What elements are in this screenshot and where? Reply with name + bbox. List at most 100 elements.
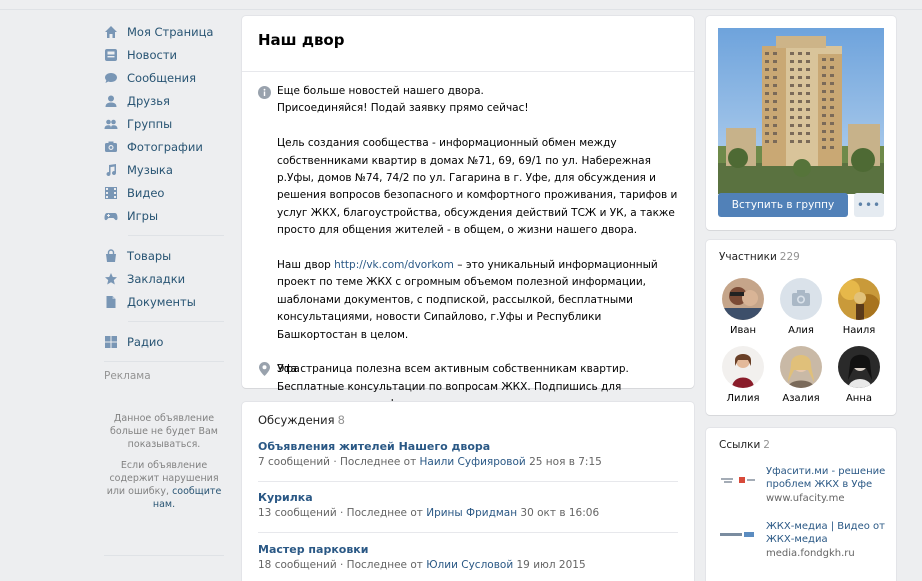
discussion-item: Объявления жителей Нашего двора 7 сообще… <box>258 440 678 468</box>
avatar <box>722 278 764 320</box>
member-name: Алия <box>788 325 814 336</box>
member-item[interactable]: Наиля <box>829 278 889 336</box>
description-paragraph: Еще больше новостей нашего двора. Присоед… <box>277 83 682 118</box>
link-text: ЖКХ-медиа | Видео от ЖКХ-медиа media.fon… <box>766 520 889 560</box>
home-icon <box>104 25 118 39</box>
avatar <box>838 346 880 388</box>
discussions-label: Обсуждения <box>258 413 335 427</box>
sidebar-item-photos[interactable]: Фотографии <box>104 135 229 158</box>
group-info-card: Наш двор Еще больше новостей нашего двор… <box>242 16 694 410</box>
member-name: Наиля <box>842 325 876 336</box>
sidebar-item-label: Новости <box>127 47 177 62</box>
video-icon <box>104 186 118 200</box>
member-item[interactable]: Лилия <box>713 346 773 404</box>
sidebar-item-groups[interactable]: Группы <box>104 112 229 135</box>
discussion-item: Мастер парковки 18 сообщений · Последнее… <box>258 543 678 571</box>
sidebar-item-bookmarks[interactable]: Закладки <box>104 267 229 290</box>
member-item[interactable]: Азалия <box>771 346 831 404</box>
links-card: Ссылки 2 Уфасити.ми - решение проблем ЖКХ… <box>706 428 896 581</box>
sidebar-item-my-page[interactable]: Моя Страница <box>104 20 229 43</box>
link-item[interactable]: ЖКХ-медиа | Видео от ЖКХ-медиа media.fon… <box>719 520 889 560</box>
discussion-meta: 18 сообщений · Последнее от Юлии Суслово… <box>258 559 678 571</box>
meta-separator: · Последнее от <box>329 456 420 468</box>
sidebar-item-label: Видео <box>127 185 165 200</box>
description-text: Наш двор <box>277 259 335 272</box>
discussions-card: Обсуждения 8 Объявления жителей Нашего дв… <box>242 402 694 581</box>
avatar <box>722 346 764 388</box>
join-group-button[interactable]: Вступить в группу <box>718 193 848 217</box>
discussion-title-link[interactable]: Мастер парковки <box>258 543 678 559</box>
links-header[interactable]: Ссылки 2 <box>719 439 770 451</box>
ads-link[interactable]: Реклама <box>104 370 229 390</box>
sidebar-divider <box>128 321 224 322</box>
sidebar-item-label: Радио <box>127 334 164 349</box>
link-title[interactable]: ЖКХ-медиа | Видео от ЖКХ-медиа <box>766 520 889 546</box>
location-text: Уфа <box>277 362 300 375</box>
member-item[interactable]: Алия <box>771 278 831 336</box>
member-name: Иван <box>729 325 757 336</box>
description-paragraph: Цель создания сообщества - информационны… <box>277 137 678 237</box>
discussion-meta: 7 сообщений · Последнее от Наили Суфияро… <box>258 456 678 468</box>
discussion-author-link[interactable]: Ирины Фридман <box>426 507 517 519</box>
sidebar-item-label: Документы <box>127 294 196 309</box>
left-sidebar: Моя Страница Новости Сообщения Друзья Гр… <box>104 20 229 390</box>
group-cover-card: Вступить в группу ••• <box>706 16 896 230</box>
discussion-author-link[interactable]: Наили Суфияровой <box>420 456 526 468</box>
ad-hidden-notice: Данное объявление больше не будет Вам по… <box>104 412 224 519</box>
sidebar-item-news[interactable]: Новости <box>104 43 229 66</box>
page-title: Наш двор <box>258 31 345 49</box>
links-count: 2 <box>763 439 770 451</box>
discussion-count: 18 сообщений <box>258 559 337 571</box>
avatar <box>780 346 822 388</box>
ufacity-logo-icon <box>719 469 757 491</box>
more-actions-button[interactable]: ••• <box>854 193 884 217</box>
description-line: Еще больше новостей нашего двора. <box>277 85 484 97</box>
project-link[interactable]: http://vk.com/dvorkom <box>334 259 454 271</box>
sidebar-item-label: Музыка <box>127 162 173 177</box>
link-text: Уфасити.ми - решение проблем ЖКХ в Уфе w… <box>766 465 889 505</box>
sidebar-item-music[interactable]: Музыка <box>104 158 229 181</box>
discussion-title-link[interactable]: Объявления жителей Нашего двора <box>258 440 678 456</box>
ad-notice-text: Если объявление содержит нарушения или о… <box>104 459 224 511</box>
meta-separator: · Последнее от <box>336 507 427 519</box>
messages-icon <box>104 71 118 85</box>
sidebar-item-label: Фотографии <box>127 139 203 154</box>
discussion-count: 7 сообщений <box>258 456 330 468</box>
member-item[interactable]: Иван <box>713 278 773 336</box>
description-text: – это уникальный информационный проект п… <box>277 259 658 341</box>
member-name: Лилия <box>726 393 760 404</box>
sidebar-item-games[interactable]: Игры <box>104 204 229 227</box>
description-paragraph: Наш двор http://vk.com/dvorkom – это уни… <box>277 257 682 344</box>
member-item[interactable]: Анна <box>829 346 889 404</box>
group-cover-photo[interactable] <box>718 28 884 194</box>
sidebar-item-documents[interactable]: Документы <box>104 290 229 313</box>
sidebar-item-messages[interactable]: Сообщения <box>104 66 229 89</box>
sidebar-item-video[interactable]: Видео <box>104 181 229 204</box>
photos-icon <box>104 140 118 154</box>
sidebar-item-label: Закладки <box>127 271 186 286</box>
sidebar-item-goods[interactable]: Товары <box>104 244 229 267</box>
radio-icon <box>104 335 118 349</box>
news-icon <box>104 48 118 62</box>
discussion-title-link[interactable]: Курилка <box>258 491 678 507</box>
avatar <box>838 278 880 320</box>
discussion-meta: 13 сообщений · Последнее от Ирины Фридма… <box>258 507 678 519</box>
sidebar-item-label: Сообщения <box>127 70 197 85</box>
sidebar-item-radio[interactable]: Радио <box>104 330 229 353</box>
members-header[interactable]: Участники 229 <box>719 251 800 263</box>
sidebar-divider <box>104 555 224 556</box>
links-label: Ссылки <box>719 439 761 451</box>
group-description: Еще больше новостей нашего двора. Присоед… <box>277 83 682 431</box>
discussions-header[interactable]: Обсуждения 8 <box>258 413 345 427</box>
sidebar-item-friends[interactable]: Друзья <box>104 89 229 112</box>
members-count: 229 <box>779 251 800 263</box>
sidebar-divider <box>128 235 224 236</box>
sidebar-item-label: Товары <box>127 248 172 263</box>
link-title[interactable]: Уфасити.ми - решение проблем ЖКХ в Уфе <box>766 465 889 491</box>
link-url: www.ufacity.me <box>766 493 845 504</box>
discussion-date: 19 июл 2015 <box>513 559 586 571</box>
discussion-item: Курилка 13 сообщений · Последнее от Ирин… <box>258 491 678 519</box>
link-item[interactable]: Уфасити.ми - решение проблем ЖКХ в Уфе w… <box>719 465 889 505</box>
goods-icon <box>104 248 118 263</box>
discussion-author-link[interactable]: Юлии Сусловой <box>426 559 513 571</box>
